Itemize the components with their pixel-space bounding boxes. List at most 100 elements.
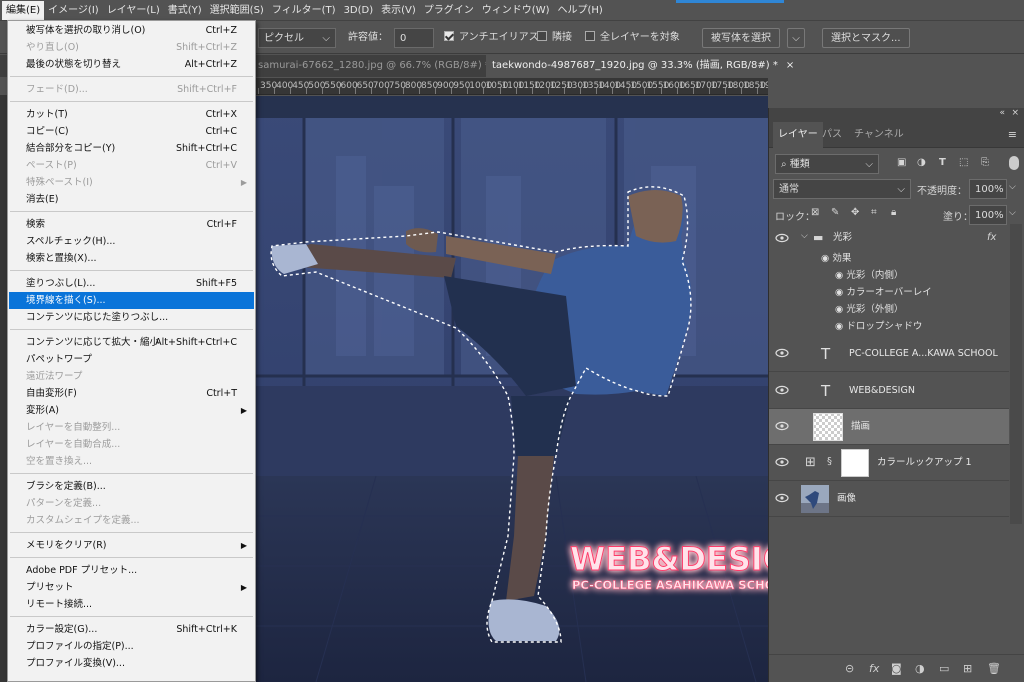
edit-menu-item[interactable]: リモート接続... bbox=[9, 596, 254, 613]
fx-icon[interactable]: fx bbox=[987, 228, 996, 248]
menu-10-button[interactable]: ヘルプ(H) bbox=[554, 1, 607, 20]
blend-mode-select[interactable]: 通常 ⌵ bbox=[773, 179, 911, 199]
edit-menu-item[interactable]: 自由変形(F) Ctrl+T bbox=[9, 385, 254, 402]
text-filter-icon[interactable]: T bbox=[939, 157, 946, 168]
select-and-mask-button[interactable]: 選択とマスク... bbox=[822, 28, 910, 48]
lock-position-icon[interactable]: ✥ bbox=[851, 207, 859, 218]
edit-menu-item[interactable]: プロファイルの指定(P)... bbox=[9, 638, 254, 655]
edit-menu-item[interactable]: スペルチェック(H)... bbox=[9, 233, 254, 250]
lock-artboard-icon[interactable]: ⌗ bbox=[871, 207, 877, 218]
edit-menu-item[interactable]: パペットワープ bbox=[9, 351, 254, 368]
edit-menu-item[interactable]: 変形(A) ▶ bbox=[9, 402, 254, 419]
chevron-down-icon[interactable]: ⌵ bbox=[1009, 182, 1016, 192]
close-icon[interactable]: × bbox=[786, 60, 794, 71]
eye-icon[interactable] bbox=[775, 233, 789, 243]
eye-icon[interactable]: ◉ bbox=[835, 270, 846, 281]
edit-menu-item[interactable]: コンテンツに応じた塗りつぶし... bbox=[9, 309, 254, 326]
select-subject-dropdown[interactable]: ⌵ bbox=[787, 28, 805, 48]
fill-input[interactable]: 100% bbox=[969, 205, 1007, 225]
edit-menu-item[interactable]: Adobe PDF プリセット... bbox=[9, 562, 254, 579]
eye-icon[interactable]: ◉ bbox=[835, 321, 846, 332]
lock-pixels-icon[interactable]: ✎ bbox=[831, 207, 839, 218]
menu-4-button[interactable]: 選択範囲(S) bbox=[206, 1, 268, 20]
opacity-input[interactable]: 100% bbox=[969, 179, 1007, 199]
edit-menu-item[interactable]: プリセット ▶ bbox=[9, 579, 254, 596]
eye-icon[interactable] bbox=[775, 421, 789, 431]
document-canvas[interactable]: WEB&DESIGN PC-COLLEGE ASAHIKAWA SCHOOL bbox=[256, 96, 768, 682]
tab-samurai[interactable]: samurai-67662_1280.jpg @ 66.7% (RGB/8#) … bbox=[252, 55, 506, 77]
add-style-icon[interactable]: fx bbox=[869, 662, 879, 675]
edit-menu-item[interactable]: 消去(E) bbox=[9, 191, 254, 208]
edit-menu-item[interactable]: 結合部分をコピー(Y) Shift+Ctrl+C bbox=[9, 140, 254, 157]
lock-all-icon[interactable]: 🔒︎ bbox=[891, 207, 896, 218]
edit-menu-item[interactable]: カラー設定(G)... Shift+Ctrl+K bbox=[9, 621, 254, 638]
layer-draw[interactable]: 描画 bbox=[769, 409, 1009, 445]
select-subject-button[interactable]: 被写体を選択 bbox=[702, 28, 780, 48]
eye-icon[interactable] bbox=[775, 457, 789, 467]
menu-2-button[interactable]: レイヤー(L) bbox=[103, 1, 164, 20]
menu-1-button[interactable]: イメージ(I) bbox=[44, 1, 103, 20]
new-layer-icon[interactable]: ⊞ bbox=[963, 662, 972, 675]
pixel-filter-icon[interactable]: ▣ bbox=[897, 157, 906, 168]
menu-0-button[interactable]: 編集(E) bbox=[2, 0, 45, 20]
layer-text-web-design[interactable]: T WEB&DESIGN bbox=[769, 373, 1009, 409]
menu-7-button[interactable]: 表示(V) bbox=[377, 1, 420, 20]
new-adjustment-icon[interactable]: ◑ bbox=[915, 662, 925, 675]
menu-9-button[interactable]: ウィンドウ(W) bbox=[478, 1, 554, 20]
link-layers-icon[interactable]: ⊝ bbox=[845, 662, 854, 675]
effect-drop-shadow[interactable]: ◉ ドロップシャドウ bbox=[835, 319, 1005, 334]
eye-icon[interactable] bbox=[775, 385, 789, 395]
menu-5-button[interactable]: フィルター(T) bbox=[268, 1, 340, 20]
tab-layers[interactable]: レイヤー bbox=[773, 122, 823, 148]
antialias-option[interactable]: アンチエイリアス bbox=[444, 28, 539, 48]
smart-object-filter-icon[interactable]: ⎘ bbox=[981, 157, 989, 168]
layer-image[interactable]: 画像 bbox=[769, 481, 1009, 517]
panel-scrollbar[interactable] bbox=[1010, 224, 1022, 524]
menu-8-button[interactable]: プラグイン bbox=[420, 1, 478, 20]
chevron-down-icon[interactable]: ⌵ bbox=[1009, 208, 1016, 218]
edit-menu-item[interactable]: 境界線を描く(S)... bbox=[9, 292, 254, 309]
menu-3-button[interactable]: 書式(Y) bbox=[164, 1, 206, 20]
trash-icon[interactable]: 🗑︎ bbox=[987, 662, 1001, 675]
all-layers-checkbox[interactable] bbox=[585, 31, 595, 41]
effect-inner-glow[interactable]: ◉ 光彩（内側） bbox=[835, 268, 1005, 283]
lock-transparent-icon[interactable]: ⊠ bbox=[811, 207, 819, 218]
edit-menu-item[interactable]: 被写体を選択の取り消し(O) Ctrl+Z bbox=[9, 22, 254, 39]
eye-icon[interactable]: ◉ bbox=[835, 304, 846, 315]
layer-color-lookup[interactable]: ⊞ § カラールックアップ 1 bbox=[769, 445, 1009, 481]
edit-menu-item[interactable]: ブラシを定義(B)... bbox=[9, 478, 254, 495]
adjustment-filter-icon[interactable]: ◑ bbox=[917, 157, 926, 168]
eye-icon[interactable] bbox=[775, 348, 789, 358]
eye-icon[interactable] bbox=[775, 493, 789, 503]
edit-menu-item[interactable]: コンテンツに応じて拡大・縮小 Alt+Shift+Ctrl+C bbox=[9, 334, 254, 351]
add-mask-icon[interactable]: ◙ bbox=[891, 662, 902, 675]
effect-outer-glow[interactable]: ◉ 光彩（外側） bbox=[835, 302, 1005, 317]
pixel-unit-select[interactable]: ピクセル ⌵ bbox=[258, 28, 336, 48]
tab-paths[interactable]: パス bbox=[817, 122, 847, 148]
tolerance-input[interactable]: 0 bbox=[394, 28, 434, 48]
edit-menu-item[interactable]: プロファイル変換(V)... bbox=[9, 655, 254, 672]
all-layers-option[interactable]: 全レイヤーを対象 bbox=[585, 28, 680, 48]
close-icon[interactable]: × bbox=[1011, 108, 1019, 118]
layer-text-pc-college[interactable]: T PC-COLLEGE A...KAWA SCHOOL bbox=[769, 336, 1009, 372]
tab-channels[interactable]: チャンネル bbox=[849, 122, 909, 148]
edit-menu-item[interactable]: カット(T) Ctrl+X bbox=[9, 106, 254, 123]
effect-color-overlay[interactable]: ◉ カラーオーバーレイ bbox=[835, 285, 1005, 300]
collapse-icon[interactable]: « bbox=[999, 108, 1005, 118]
edit-menu-item[interactable]: メモリをクリア(R) ▶ bbox=[9, 537, 254, 554]
edit-menu-item[interactable]: 最後の状態を切り替え Alt+Ctrl+Z bbox=[9, 56, 254, 73]
eye-icon[interactable]: ◉ bbox=[835, 287, 846, 298]
edit-menu-item[interactable]: 検索 Ctrl+F bbox=[9, 216, 254, 233]
chain-link-icon[interactable]: § bbox=[827, 456, 832, 467]
filter-toggle[interactable] bbox=[1009, 156, 1019, 170]
edit-menu-item[interactable]: 塗りつぶし(L)... Shift+F5 bbox=[9, 275, 254, 292]
contiguous-option[interactable]: 隣接 bbox=[537, 28, 572, 48]
tab-taekwondo[interactable]: taekwondo-4987687_1920.jpg @ 33.3% (描画, … bbox=[486, 55, 794, 77]
new-group-icon[interactable]: ▭ bbox=[939, 662, 949, 675]
layer-group-glow[interactable]: ⌵ ▬ 光彩 fx bbox=[769, 228, 1009, 248]
menu-6-button[interactable]: 3D(D) bbox=[340, 1, 378, 20]
panel-menu-icon[interactable]: ≡ bbox=[1008, 128, 1017, 141]
edit-menu-item[interactable]: コピー(C) Ctrl+C bbox=[9, 123, 254, 140]
shape-filter-icon[interactable]: ⬚ bbox=[959, 157, 968, 168]
eye-icon[interactable]: ◉ bbox=[821, 253, 832, 264]
